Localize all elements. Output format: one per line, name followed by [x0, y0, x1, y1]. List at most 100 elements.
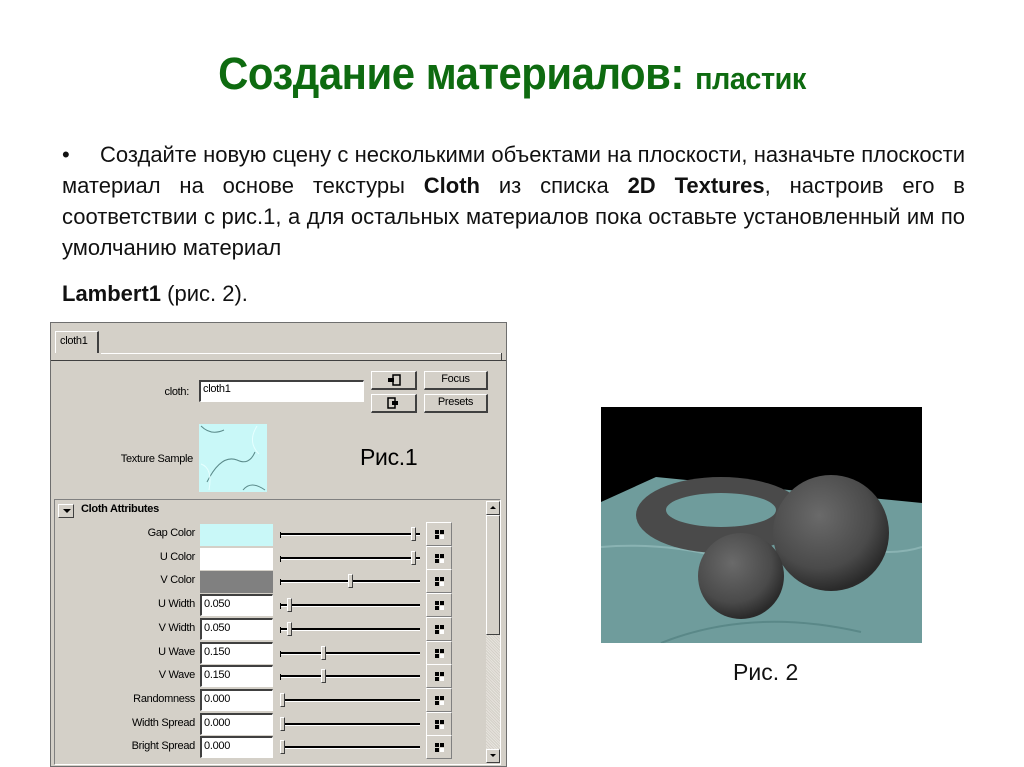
map-texture-button[interactable]: [426, 735, 452, 760]
attribute-row: U Color: [55, 545, 485, 570]
slider-thumb[interactable]: [320, 669, 326, 684]
value-slider[interactable]: [280, 716, 420, 731]
render-preview: [601, 407, 922, 643]
value-input[interactable]: 0.150: [200, 665, 273, 688]
text-part: (рис. 2).: [161, 281, 248, 306]
checker-icon: [435, 695, 444, 705]
slider-thumb[interactable]: [410, 550, 416, 565]
map-texture-button[interactable]: [426, 616, 452, 641]
text-bold: Cloth: [423, 173, 480, 198]
presets-button[interactable]: Presets: [424, 394, 488, 413]
title-main: Создание материалов:: [218, 48, 684, 99]
output-connection-icon: [386, 397, 398, 409]
text-part: из списка: [480, 173, 628, 198]
attribute-row: Width Spread 0.000: [55, 711, 485, 736]
texture-sample-swatch[interactable]: [199, 424, 267, 492]
input-connection-button[interactable]: [371, 371, 417, 390]
checker-icon: [435, 553, 444, 563]
color-swatch[interactable]: [200, 524, 273, 546]
name-input[interactable]: cloth1: [199, 380, 364, 402]
cloth-attributes-section: Cloth Attributes Gap Color U Color V Color…: [54, 499, 501, 765]
slider-thumb[interactable]: [410, 527, 416, 541]
attribute-label: U Wave: [158, 645, 195, 658]
color-swatch[interactable]: [200, 547, 273, 570]
value-input[interactable]: 0.050: [200, 617, 273, 640]
output-connection-button[interactable]: [371, 394, 417, 413]
value-slider[interactable]: [280, 598, 420, 613]
value-slider[interactable]: [280, 740, 420, 755]
attribute-label: V Color: [160, 574, 195, 587]
value-slider[interactable]: [280, 527, 420, 541]
map-texture-button[interactable]: [426, 545, 452, 570]
checker-icon: [435, 648, 444, 658]
input-connection-icon: [387, 374, 401, 386]
value-input[interactable]: 0.150: [200, 641, 273, 664]
slider-thumb[interactable]: [286, 621, 292, 636]
value-input[interactable]: 0.000: [200, 736, 273, 759]
scroll-down-button[interactable]: [486, 749, 500, 763]
figure2-caption: Рис. 2: [733, 659, 799, 685]
value-input[interactable]: 0.000: [200, 712, 273, 735]
text-bold: 2D Textures: [627, 173, 765, 198]
attribute-label: U Color: [159, 550, 195, 563]
attribute-label: Bright Spread: [131, 740, 196, 753]
name-label: cloth:: [164, 386, 190, 398]
attribute-label: V Wave: [158, 669, 196, 682]
small-sphere: [698, 533, 784, 619]
scroll-thumb[interactable]: [486, 515, 500, 635]
divider: [501, 353, 502, 360]
attribute-label: U Width: [157, 598, 195, 611]
map-texture-button[interactable]: [426, 593, 452, 618]
slider-thumb[interactable]: [280, 692, 285, 707]
checker-icon: [435, 530, 444, 539]
map-texture-button[interactable]: [426, 711, 452, 736]
title-sub: пластик: [695, 61, 806, 96]
figure1-caption: Рис.1: [360, 444, 418, 470]
attribute-label: V Width: [158, 621, 196, 634]
map-texture-button[interactable]: [426, 687, 452, 712]
map-texture-button[interactable]: [426, 664, 452, 689]
divider: [101, 353, 502, 354]
attribute-row: Gap Color: [55, 522, 485, 546]
slider-thumb[interactable]: [347, 574, 353, 589]
checker-icon: [435, 624, 444, 634]
rendered-scene-image: [601, 407, 922, 643]
collapse-toggle[interactable]: [58, 504, 74, 518]
map-texture-button[interactable]: [426, 640, 452, 665]
attribute-label: Gap Color: [147, 527, 196, 539]
map-texture-button[interactable]: [426, 569, 452, 594]
attribute-row: V Wave 0.150: [55, 664, 485, 689]
checker-icon: [435, 743, 444, 753]
value-slider[interactable]: [280, 574, 420, 589]
value-slider[interactable]: [280, 692, 420, 707]
slider-thumb[interactable]: [280, 740, 285, 755]
map-texture-button[interactable]: [426, 522, 452, 546]
slider-thumb[interactable]: [320, 645, 326, 660]
value-input[interactable]: 0.000: [200, 688, 273, 711]
cloth-texture-preview: [200, 425, 266, 491]
attribute-row: V Width 0.050: [55, 616, 485, 641]
text-bold: Lambert1: [62, 281, 162, 306]
tab-cloth1[interactable]: cloth1: [55, 331, 99, 353]
value-slider[interactable]: [280, 621, 420, 636]
texture-sample-label: Texture Sample: [120, 453, 194, 465]
scroll-up-button[interactable]: [486, 501, 500, 515]
instruction-paragraph: • Создайте новую сцену с несколькими объе…: [62, 139, 965, 309]
slide-title: Создание материалов: пластик: [36, 46, 988, 107]
value-slider[interactable]: [280, 550, 420, 565]
scrollbar[interactable]: [486, 501, 500, 763]
large-sphere: [773, 475, 889, 591]
slider-thumb[interactable]: [280, 716, 285, 731]
value-slider[interactable]: [280, 669, 420, 684]
tab-bar: cloth1: [51, 323, 506, 361]
value-input[interactable]: 0.050: [200, 594, 273, 617]
slider-thumb[interactable]: [286, 598, 292, 613]
checker-icon: [435, 719, 444, 729]
attribute-label: Width Spread: [131, 716, 195, 729]
attribute-row: V Color: [55, 569, 485, 594]
last-line: Lambert1 (рис. 2).: [62, 278, 965, 309]
attribute-row: U Wave 0.150: [55, 640, 485, 665]
value-slider[interactable]: [280, 645, 420, 660]
color-swatch[interactable]: [200, 571, 273, 594]
focus-button[interactable]: Focus: [424, 371, 488, 390]
